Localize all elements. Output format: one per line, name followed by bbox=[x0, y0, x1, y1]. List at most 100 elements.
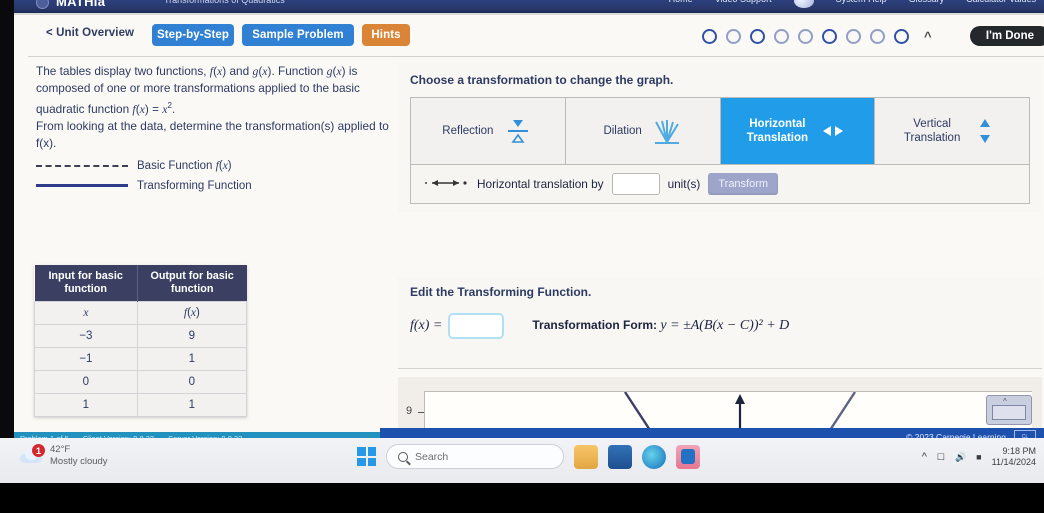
zoom-widget-inner bbox=[992, 405, 1026, 420]
graph-zoom-widget[interactable]: ^ bbox=[986, 395, 1032, 425]
mathia-top-menubar: MATHia Transformations of Quadratics Hom… bbox=[14, 0, 1044, 13]
label-line-2: Translation bbox=[903, 132, 961, 144]
function-label: f(x) = bbox=[410, 318, 443, 333]
table-cell: −1 bbox=[34, 347, 138, 371]
progress-dot[interactable] bbox=[726, 29, 741, 44]
progress-dot[interactable] bbox=[846, 29, 861, 44]
table-cell: 1 bbox=[136, 347, 248, 371]
topbar-menu: Home Video Support System Help Glossary … bbox=[669, 0, 1036, 8]
dashed-line-icon bbox=[36, 164, 128, 167]
tab-sample-problem[interactable]: Sample Problem bbox=[242, 24, 354, 46]
transformation-buttons-row: Reflection Dilation Horizontal Translati… bbox=[411, 98, 1029, 164]
mathia-app-frame: < Unit Overview Step-by-Step Sample Prob… bbox=[14, 13, 1044, 438]
mathia-logo-icon bbox=[36, 0, 49, 9]
transformation-button-dilation[interactable]: Dilation bbox=[565, 98, 721, 164]
clock-date: 11/14/2024 bbox=[991, 457, 1036, 467]
screen-bezel-bottom bbox=[0, 483, 1044, 513]
legend-basic-text: Basic Function bbox=[137, 159, 213, 172]
windows-start-icon[interactable] bbox=[357, 447, 376, 466]
table-header-row: Input for basic function Output for basi… bbox=[34, 265, 247, 302]
file-explorer-icon[interactable] bbox=[574, 444, 598, 469]
cloud-icon: 1 bbox=[18, 444, 45, 466]
menu-item-home[interactable]: Home bbox=[669, 0, 693, 8]
network-icon[interactable]: ☐ bbox=[937, 452, 945, 463]
table-header-input: Input for basic function bbox=[34, 265, 138, 302]
reflection-icon bbox=[503, 115, 533, 147]
progress-dot[interactable] bbox=[774, 29, 789, 44]
windows-taskbar: 1 42°F Mostly cloudy Search ^ ☐ 🔊 ■ 9:18… bbox=[0, 438, 1044, 483]
weather-temperature: 42°F bbox=[50, 444, 71, 455]
dilation-icon bbox=[652, 115, 682, 147]
table-cell: f(x) bbox=[136, 301, 248, 325]
graph-legend: Basic Function f(x) Transforming Functio… bbox=[36, 156, 392, 196]
edit-function-row: f(x) = Transformation Form: y = ±A(B(x −… bbox=[410, 313, 1030, 339]
edit-function-title: Edit the Transforming Function. bbox=[410, 285, 592, 299]
taskbar-tray: ^ ☐ 🔊 ■ 9:18 PM 11/14/2024 bbox=[922, 446, 1036, 468]
transforming-function-input[interactable] bbox=[448, 313, 505, 339]
table-row: −1 1 bbox=[34, 347, 248, 371]
horizontal-translation-label: Horizontal Translation bbox=[747, 117, 808, 145]
chevron-up-icon[interactable]: ^ bbox=[924, 29, 932, 44]
panel-title: Choose a transformation to change the gr… bbox=[410, 73, 674, 87]
table-cell: 9 bbox=[136, 324, 248, 348]
im-done-button[interactable]: I'm Done bbox=[969, 26, 1044, 46]
table-cell: 0 bbox=[136, 370, 248, 394]
taskbar-clock[interactable]: 9:18 PM 11/14/2024 bbox=[992, 446, 1036, 468]
horizontal-translation-input[interactable] bbox=[611, 173, 660, 195]
divider bbox=[28, 56, 1044, 57]
legend-label-transforming: Transforming Function bbox=[137, 179, 252, 192]
taskbar-weather-widget[interactable]: 1 42°F Mostly cloudy bbox=[18, 444, 108, 468]
microsoft-store-icon[interactable] bbox=[608, 444, 632, 469]
progress-dot[interactable] bbox=[798, 29, 813, 44]
battery-icon[interactable]: ■ bbox=[976, 452, 981, 462]
text-fragment: . bbox=[171, 101, 176, 116]
solid-line-icon bbox=[36, 184, 128, 188]
table-cell: −3 bbox=[34, 324, 138, 348]
transformation-buttons-box: Reflection Dilation Horizontal Translati… bbox=[410, 97, 1030, 204]
horizontal-translation-prefix: Horizontal translation by bbox=[477, 177, 604, 191]
tab-step-by-step[interactable]: Step-by-Step bbox=[152, 24, 234, 46]
text-fragment: and bbox=[226, 64, 253, 78]
progress-dot[interactable] bbox=[894, 29, 909, 44]
unit-overview-link[interactable]: < Unit Overview bbox=[46, 27, 134, 39]
transformation-button-vertical-translation[interactable]: Vertical Translation bbox=[875, 98, 1029, 164]
table-cell: 1 bbox=[136, 393, 248, 417]
label-line-1: Vertical bbox=[913, 118, 951, 130]
text-fragment: . Function bbox=[271, 64, 327, 78]
label-line-1: Horizontal bbox=[749, 118, 806, 130]
legend-label-basic: Basic Function f(x) bbox=[137, 159, 232, 172]
taskbar-search-box[interactable]: Search bbox=[386, 444, 564, 469]
tab-hints[interactable]: Hints bbox=[362, 24, 410, 46]
legend-row-basic: Basic Function f(x) bbox=[36, 156, 392, 176]
transformation-button-horizontal-translation[interactable]: Horizontal Translation bbox=[720, 98, 876, 164]
vertical-arrows-icon bbox=[970, 115, 1000, 147]
menu-item-calculator-values[interactable]: Calculator Values bbox=[966, 0, 1036, 8]
volume-icon[interactable]: 🔊 bbox=[955, 452, 966, 463]
menu-item-system-help[interactable]: System Help bbox=[836, 0, 887, 8]
transformation-form-prefix: Transformation Form: bbox=[532, 318, 658, 332]
table-cell: 1 bbox=[34, 393, 138, 417]
weather-text: 42°F Mostly cloudy bbox=[50, 444, 108, 468]
outlook-icon[interactable] bbox=[676, 444, 700, 469]
transform-button[interactable]: Transform bbox=[708, 173, 779, 195]
edge-icon[interactable] bbox=[642, 444, 666, 469]
menu-item-video-support[interactable]: Video Support bbox=[715, 0, 772, 8]
progress-dot[interactable] bbox=[870, 29, 885, 44]
transformation-form-equation: y = ±A(B(x − C))² + D bbox=[660, 318, 790, 333]
globe-icon bbox=[793, 0, 814, 8]
progress-dot[interactable] bbox=[702, 29, 717, 44]
topbar-subtitle: Transformations of Quadratics bbox=[164, 0, 285, 5]
table-row: x f(x) bbox=[34, 301, 248, 325]
table-row: −3 9 bbox=[34, 324, 248, 348]
show-hidden-icons-caret[interactable]: ^ bbox=[922, 451, 927, 463]
horizontal-translation-icon bbox=[423, 177, 469, 192]
transformation-button-reflection[interactable]: Reflection bbox=[411, 98, 566, 164]
translation-arrow-head bbox=[735, 394, 745, 404]
app-brand: MATHia bbox=[56, 0, 106, 9]
basic-function-table: Input for basic function Output for basi… bbox=[34, 265, 248, 417]
y-axis-tick-label: 9 bbox=[406, 405, 413, 417]
menu-item-glossary[interactable]: Glossary bbox=[909, 0, 945, 8]
progress-dot[interactable] bbox=[750, 29, 765, 44]
notification-badge: 1 bbox=[32, 444, 45, 457]
progress-dot[interactable] bbox=[822, 29, 837, 44]
